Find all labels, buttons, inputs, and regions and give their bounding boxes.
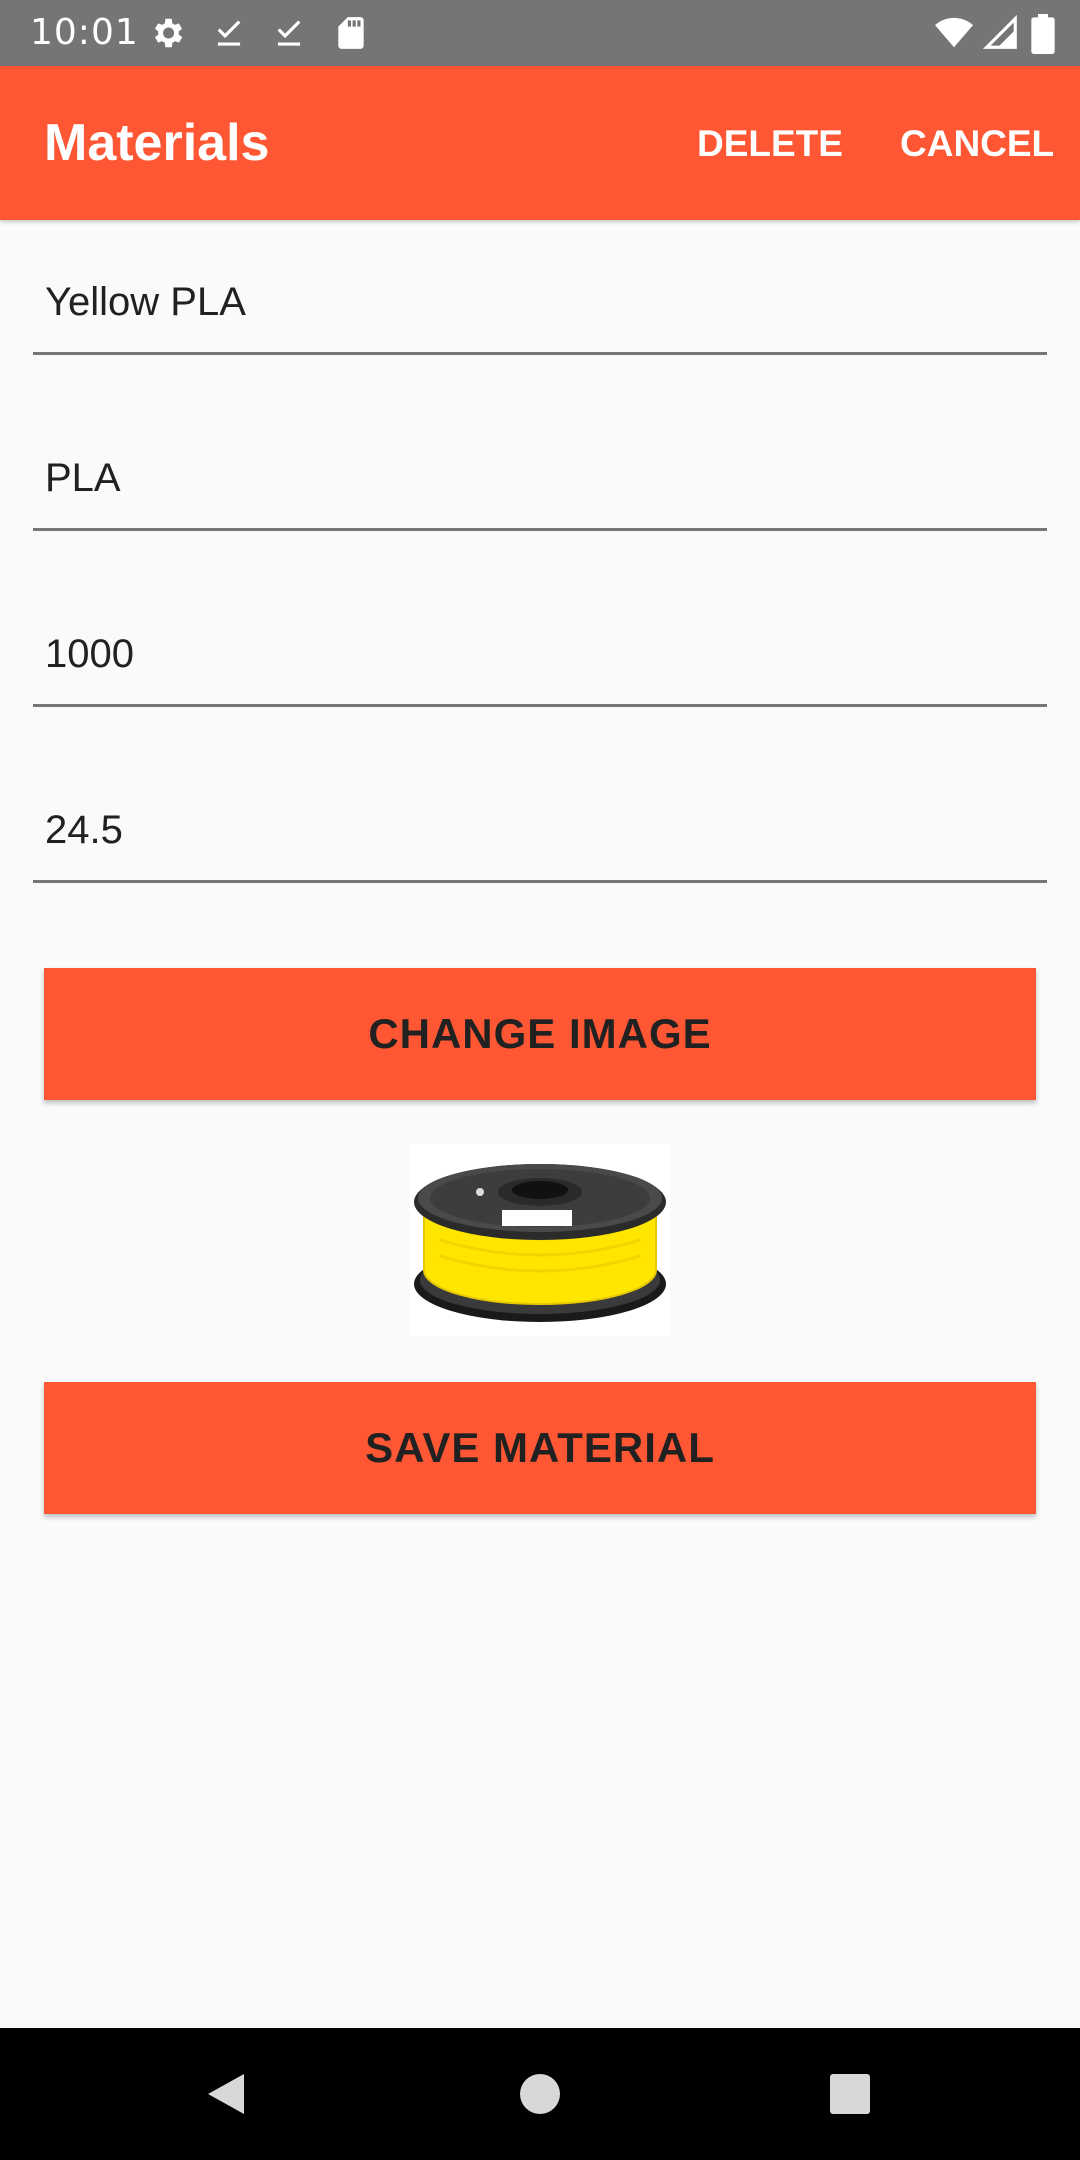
- status-bar: 10:01: [0, 0, 1080, 66]
- signal-icon: [982, 14, 1020, 52]
- weight-input[interactable]: [45, 628, 1035, 680]
- name-field[interactable]: [33, 252, 1047, 355]
- price-input[interactable]: [45, 804, 1035, 856]
- status-time: 10:01: [30, 12, 139, 53]
- battery-icon: [1030, 14, 1056, 54]
- weight-field[interactable]: [33, 604, 1047, 707]
- type-field[interactable]: [33, 428, 1047, 531]
- app-bar: Materials DELETE CANCEL: [0, 66, 1080, 220]
- download-done-icon: [210, 14, 248, 52]
- delete-button[interactable]: DELETE: [697, 122, 843, 166]
- download-done-icon: [270, 14, 308, 52]
- settings-icon: [148, 14, 186, 52]
- name-input[interactable]: [45, 276, 1035, 328]
- cancel-button[interactable]: CANCEL: [900, 122, 1054, 166]
- home-icon[interactable]: [508, 2062, 572, 2126]
- save-material-button[interactable]: SAVE MATERIAL: [44, 1382, 1036, 1514]
- recents-icon[interactable]: [818, 2062, 882, 2126]
- page-title: Materials: [44, 114, 270, 172]
- type-input[interactable]: [45, 452, 1035, 504]
- back-icon[interactable]: [194, 2062, 258, 2126]
- sd-card-icon: [332, 14, 370, 52]
- material-image: [410, 1144, 670, 1336]
- wifi-icon: [934, 14, 973, 52]
- change-image-button[interactable]: CHANGE IMAGE: [44, 968, 1036, 1100]
- navigation-bar: [0, 2028, 1080, 2160]
- price-field[interactable]: [33, 780, 1047, 883]
